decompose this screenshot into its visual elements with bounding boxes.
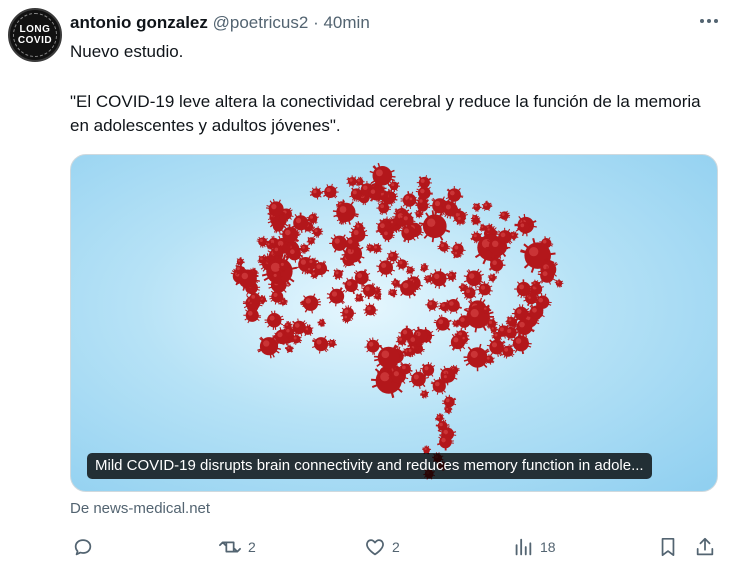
retweet-count: 2 [248,539,256,555]
avatar[interactable]: LONG COVID [8,8,62,62]
share-button[interactable] [694,536,716,558]
action-bar: 2 2 18 [70,530,730,564]
bookmark-button[interactable] [658,536,678,558]
avatar-text-long: LONG [19,23,51,35]
reply-button[interactable] [72,536,94,558]
more-options-icon[interactable] [696,10,722,32]
like-count: 2 [392,539,400,555]
share-icon [696,537,714,556]
link-card-caption[interactable]: Mild COVID-19 disrupts brain connectivit… [87,453,652,479]
timestamp[interactable]: 40min [323,13,369,32]
views-icon [515,538,532,556]
tweet-text-line2: "El COVID-19 leve altera la conectividad… [70,92,701,135]
bookmark-icon [661,537,675,557]
author-name[interactable]: antonio gonzalez [70,13,208,32]
brain-virus-image [230,162,564,480]
separator-dot: · [313,13,319,32]
author-handle[interactable]: @poetricus2 [213,13,309,32]
link-source[interactable]: De news-medical.net [70,500,210,517]
avatar-text-covid: COVID [17,34,53,46]
tweet-header: antonio gonzalez @poetricus2 · 40min [70,13,370,33]
retweet-icon [219,541,241,553]
views-count: 18 [540,539,556,555]
retweet-button[interactable]: 2 [218,536,256,558]
link-card[interactable]: Mild COVID-19 disrupts brain connectivit… [70,154,718,492]
views-button[interactable]: 18 [512,536,556,558]
reply-icon [74,539,92,556]
heart-icon [366,539,384,556]
like-button[interactable]: 2 [364,536,400,558]
tweet-text-line1: Nuevo estudio. [70,42,184,61]
